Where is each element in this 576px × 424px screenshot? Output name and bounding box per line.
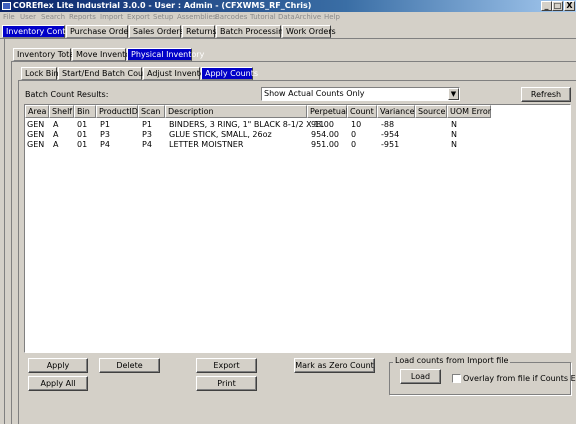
table-cell[interactable]: 01 — [75, 140, 87, 149]
table-cell[interactable]: -954 — [379, 130, 399, 139]
title-bar: COREflex Lite Industrial 3.0.0 - User : … — [0, 0, 576, 12]
col-header-uom-error[interactable]: UOM Error — [447, 105, 491, 118]
menu-tutorial-data[interactable]: Tutorial Data — [250, 13, 295, 21]
refresh-button[interactable]: Refresh — [521, 87, 571, 102]
tab-batch-processing[interactable]: Batch Processing — [216, 25, 288, 38]
inner-tab-rule — [18, 80, 576, 81]
apply-button[interactable]: Apply — [28, 358, 88, 373]
col-header-shelf[interactable]: Shelf — [49, 105, 74, 118]
menu-search[interactable]: Search — [41, 13, 65, 21]
table-cell[interactable]: P4 — [140, 140, 152, 149]
menu-help[interactable]: Help — [324, 13, 340, 21]
table-cell[interactable]: 01 — [75, 120, 87, 129]
print-button[interactable]: Print — [196, 376, 257, 391]
sub-panel-border — [11, 62, 12, 424]
table-cell[interactable]: 0 — [349, 130, 356, 139]
table-cell[interactable]: P3 — [140, 130, 152, 139]
tab-adjust-inventory[interactable]: Adjust Inventory — [143, 67, 213, 80]
tab-start-end-batch-counts[interactable]: Start/End Batch Counts — [58, 67, 155, 80]
menu-import[interactable]: Import — [100, 13, 123, 21]
menu-file[interactable]: File — [3, 13, 15, 21]
tab-returns[interactable]: Returns — [182, 25, 217, 38]
inner-panel-border — [18, 81, 19, 424]
col-header-scan[interactable]: Scan — [138, 105, 165, 118]
col-header-perpetual[interactable]: Perpetual — [307, 105, 348, 118]
col-header-count[interactable]: Count — [347, 105, 377, 118]
menu-reports[interactable]: Reports — [69, 13, 96, 21]
tab-lock-bins[interactable]: Lock Bins — [21, 67, 63, 80]
menu-bar: File User Search Reports Import Export S… — [0, 12, 576, 23]
tab-purchase-orders[interactable]: Purchase Orders — [66, 25, 136, 38]
table-cell[interactable]: N — [449, 130, 457, 139]
col-header-productid[interactable]: ProductID — [96, 105, 138, 118]
col-header-variance[interactable]: Variance — [377, 105, 415, 118]
export-button[interactable]: Export — [196, 358, 257, 373]
table-cell[interactable]: P3 — [98, 130, 110, 139]
import-group-title: Load counts from Import file — [393, 356, 511, 365]
table-cell[interactable]: BINDERS, 3 RING, 1" BLACK 8-1/2 X 11 — [167, 120, 324, 129]
table-cell[interactable]: N — [449, 140, 457, 149]
count-filter-select[interactable]: Show Actual Counts Only ▼ — [261, 87, 460, 101]
col-header-description[interactable]: Description — [165, 105, 307, 118]
tab-inventory-control[interactable]: Inventory Control — [2, 25, 76, 38]
menu-archive[interactable]: Archive — [295, 13, 321, 21]
close-button[interactable]: X — [564, 1, 575, 11]
table-cell[interactable]: GLUE STICK, SMALL, 26oz — [167, 130, 272, 139]
menu-user[interactable]: User — [20, 13, 36, 21]
tab-inventory-totals[interactable]: Inventory Totals — [13, 48, 81, 61]
table-cell[interactable]: 0 — [349, 140, 356, 149]
apply-all-button[interactable]: Apply All — [28, 376, 88, 391]
minimize-button[interactable]: _ — [541, 1, 552, 11]
mark-as-zero-count-button[interactable]: Mark as Zero Count — [294, 358, 375, 373]
table-cell[interactable]: P1 — [98, 120, 110, 129]
table-cell[interactable]: A — [51, 120, 58, 129]
tab-move-inventory[interactable]: Move Inventory — [72, 48, 138, 61]
table-cell[interactable]: GEN — [25, 140, 44, 149]
table-cell[interactable]: GEN — [25, 120, 44, 129]
table-cell[interactable]: N — [449, 120, 457, 129]
batch-count-table[interactable]: Area Shelf Bin ProductID Scan Descriptio… — [24, 104, 571, 353]
table-cell[interactable]: GEN — [25, 130, 44, 139]
table-cell[interactable]: P4 — [98, 140, 110, 149]
menu-barcodes[interactable]: Barcodes — [215, 13, 247, 21]
delete-button[interactable]: Delete — [99, 358, 160, 373]
batch-count-label: Batch Count Results: — [25, 90, 109, 99]
menu-export[interactable]: Export — [127, 13, 150, 21]
window-title: COREflex Lite Industrial 3.0.0 - User : … — [13, 1, 312, 10]
col-header-source[interactable]: Source — [415, 105, 447, 118]
tab-physical-inventory[interactable]: Physical Inventory — [127, 48, 204, 61]
menu-setup[interactable]: Setup — [153, 13, 173, 21]
col-header-bin[interactable]: Bin — [74, 105, 96, 118]
table-cell[interactable]: 98.00 — [309, 120, 334, 129]
load-button[interactable]: Load — [400, 369, 441, 384]
tab-sales-orders[interactable]: Sales Orders — [129, 25, 184, 38]
main-tab-rule — [0, 38, 576, 39]
sub-tab-rule — [11, 61, 576, 62]
tab-work-orders[interactable]: Work Orders — [282, 25, 336, 38]
maximize-button[interactable]: □ — [552, 1, 563, 11]
tab-apply-counts[interactable]: Apply Counts — [201, 67, 258, 80]
col-header-area[interactable]: Area — [25, 105, 49, 118]
table-cell[interactable]: 01 — [75, 130, 87, 139]
overlay-checkbox-label[interactable]: Overlay from file if Counts Exist — [463, 374, 576, 383]
table-cell[interactable]: LETTER MOISTNER — [167, 140, 243, 149]
table-cell[interactable]: P1 — [140, 120, 152, 129]
table-cell[interactable]: 954.00 — [309, 130, 339, 139]
overlay-checkbox[interactable] — [452, 374, 461, 383]
main-panel-border — [4, 39, 5, 424]
table-cell[interactable]: 951.00 — [309, 140, 339, 149]
app-icon — [2, 2, 11, 10]
table-cell[interactable]: A — [51, 130, 58, 139]
table-cell[interactable]: 10 — [349, 120, 361, 129]
table-cell[interactable]: A — [51, 140, 58, 149]
table-cell[interactable]: -88 — [379, 120, 394, 129]
table-cell[interactable]: -951 — [379, 140, 399, 149]
count-filter-value: Show Actual Counts Only — [264, 89, 365, 98]
chevron-down-icon[interactable]: ▼ — [448, 88, 459, 100]
menu-assemblies[interactable]: Assemblies — [177, 13, 217, 21]
